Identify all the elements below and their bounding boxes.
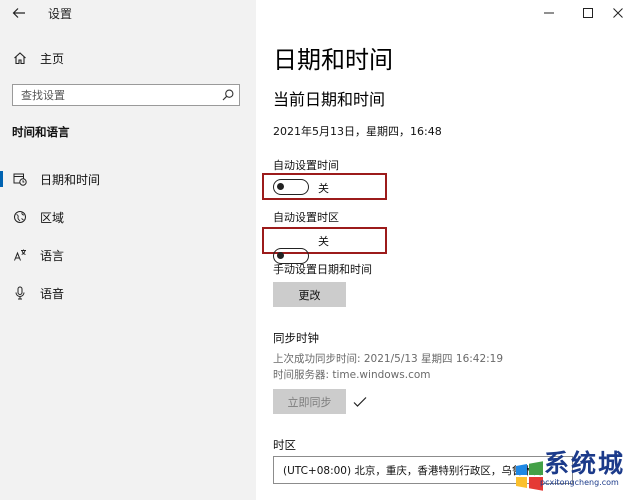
manual-datetime-label: 手动设置日期和时间 [273,263,372,276]
sidebar-item-label: 区域 [40,210,65,225]
toggle-knob [277,252,284,259]
search-box[interactable] [12,84,240,106]
microphone-icon [12,285,28,301]
globe-icon [12,209,28,225]
app-title: 设置 [48,7,73,21]
checkmark-icon [353,393,367,412]
minimize-button[interactable] [529,0,569,26]
close-button[interactable] [598,0,638,26]
sidebar-item-home[interactable]: 主页 [0,41,256,75]
current-heading: 当前日期和时间 [273,90,386,109]
auto-time-toggle[interactable] [273,179,309,195]
change-button[interactable]: 更改 [273,282,346,307]
timezone-heading: 时区 [273,438,296,452]
time-server-text: 时间服务器: time.windows.com [273,369,431,381]
page-title: 日期和时间 [273,46,393,74]
sidebar-item-label: 语言 [40,248,65,263]
search-icon[interactable] [217,85,239,105]
toggle-knob [277,183,284,190]
auto-timezone-state: 关 [318,235,329,248]
back-arrow-icon [12,8,25,18]
watermark-text: 系统城 [544,449,626,478]
sidebar-item-label: 日期和时间 [40,172,101,187]
sync-now-button[interactable]: 立即同步 [273,389,346,414]
close-icon [613,8,623,18]
minimize-icon [544,12,554,14]
auto-timezone-label: 自动设置时区 [273,211,339,224]
sidebar-item-region[interactable]: 区域 [0,200,256,234]
current-datetime: 2021年5月13日，星期四，16:48 [273,125,442,138]
maximize-icon [583,8,593,18]
search-input[interactable] [13,88,217,102]
sidebar-item-language[interactable]: 语言 [0,238,256,272]
auto-time-state: 关 [318,182,329,195]
sidebar: 设置 主页 时间和语言 日期和时间 [0,0,256,500]
calendar-clock-icon [12,171,28,187]
sidebar-section-title: 时间和语言 [12,125,70,139]
timezone-value: (UTC+08:00) 北京，重庆，香港特别行政区，乌鲁木齐 [283,464,544,477]
sidebar-item-label: 主页 [40,51,65,66]
language-icon [12,247,28,263]
sidebar-item-label: 语音 [40,286,65,301]
sidebar-item-speech[interactable]: 语音 [0,276,256,310]
back-button[interactable] [6,2,32,24]
sidebar-item-date-time[interactable]: 日期和时间 [0,162,256,196]
sync-heading: 同步时钟 [273,331,319,345]
home-icon [12,50,28,66]
main-panel: 日期和时间 当前日期和时间 2021年5月13日，星期四，16:48 自动设置时… [256,0,638,500]
last-sync-text: 上次成功同步时间: 2021/5/13 星期四 16:42:19 [273,353,504,365]
auto-time-label: 自动设置时间 [273,159,339,172]
watermark-url: pcxitongcheng.com [540,478,619,487]
